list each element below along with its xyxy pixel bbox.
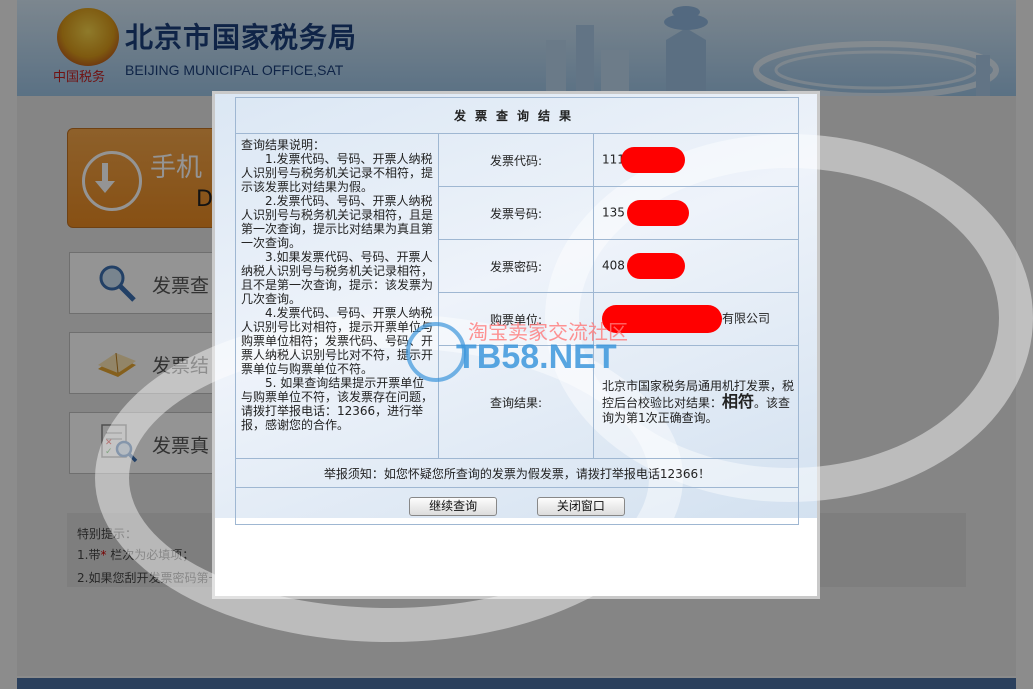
invoice-code-value: 111 xyxy=(593,133,799,187)
explanation-item: 1.发票代码、号码、开票人纳税人识别号与税务机关记录不相符，提示该发票比对结果为… xyxy=(241,152,434,194)
explanation-item: 5. 如果查询结果提示开票单位与购票单位不符，该发票存在问题，请拨打举报电话：1… xyxy=(241,376,434,432)
redaction-mark xyxy=(602,305,722,333)
buyer-unit-label: 购票单位: xyxy=(438,292,594,346)
result-table: 发票查询结果 查询结果说明： 1.发票代码、号码、开票人纳税人识别号与税务机关记… xyxy=(235,97,799,525)
explanation-item: 4.发票代码、号码、开票人纳税人识别号比对相符，提示开票单位与购票单位相符；发票… xyxy=(241,306,434,376)
continue-query-button[interactable]: 继续查询 xyxy=(409,496,498,516)
invoice-number-label: 发票号码: xyxy=(438,186,594,240)
buyer-unit-text: 有限公司 xyxy=(722,311,771,326)
explanation-heading: 查询结果说明： xyxy=(241,138,326,152)
invoice-password-label: 发票密码: xyxy=(438,239,594,293)
redaction-mark xyxy=(626,253,685,279)
query-result-value: 北京市国家税务局通用机打发票，税控后台校验比对结果：相符。该查询为第1次正确查询… xyxy=(593,345,799,459)
invoice-password-text: 408 xyxy=(602,258,625,273)
redaction-mark xyxy=(620,147,685,173)
button-row: 继续查询 关闭窗口 xyxy=(235,487,799,525)
invoice-number-value: 135 xyxy=(593,186,799,240)
result-highlight: 相符 xyxy=(722,391,755,411)
invoice-code-label: 发票代码: xyxy=(438,133,594,187)
dialog-title: 发票查询结果 xyxy=(235,97,799,134)
explanation-item: 3.如果发票代码、号码、开票人纳税人识别号与税务机关记录相符，且不是第一次查询，… xyxy=(241,250,434,306)
invoice-result-dialog: 发票查询结果 查询结果说明： 1.发票代码、号码、开票人纳税人识别号与税务机关记… xyxy=(95,91,1033,642)
invoice-password-value: 408 xyxy=(593,239,799,293)
result-explanation: 查询结果说明： 1.发票代码、号码、开票人纳税人识别号与税务机关记录不相符，提示… xyxy=(235,133,439,459)
report-notice: 举报须知：如您怀疑您所查询的发票为假发票，请拨打举报电话12366！ xyxy=(235,458,799,488)
query-result-label: 查询结果: xyxy=(438,345,594,459)
redaction-mark xyxy=(626,200,689,226)
explanation-item: 2.发票代码、号码、开票人纳税人识别号与税务机关记录相符，且是第一次查询，提示比… xyxy=(241,194,434,250)
close-window-button[interactable]: 关闭窗口 xyxy=(536,496,625,516)
buyer-unit-value: 有限公司 xyxy=(593,292,799,346)
invoice-number-text: 135 xyxy=(602,205,625,220)
